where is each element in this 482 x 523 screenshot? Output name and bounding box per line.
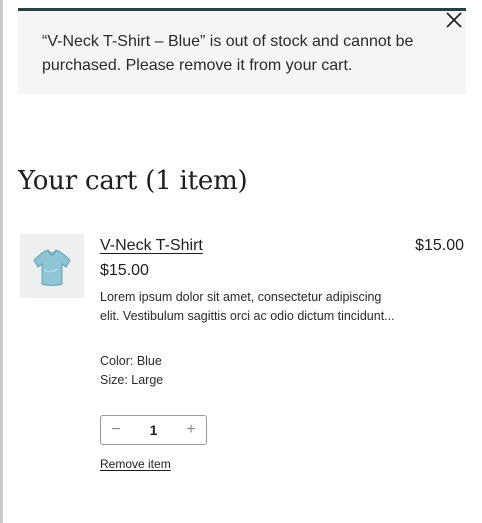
cart-title: Your cart (1 item) [18,166,248,196]
product-description: Lorem ipsum dolor sit amet, consectetur … [100,290,395,323]
product-unit-price: $15.00 [100,262,149,279]
decrease-quantity-button[interactable]: − [101,416,131,444]
t-shirt-image [33,249,71,286]
line-total: $15.00 [415,237,464,254]
remove-item-link[interactable]: Remove item [100,456,171,472]
quantity-input[interactable]: 1 [131,416,176,444]
quantity-stepper: − 1 + [100,415,207,445]
left-divider [0,0,3,523]
close-icon[interactable] [444,10,464,30]
product-size: Size: Large [100,373,164,387]
cart-page: “V-Neck T-Shirt – Blue” is out of stock … [0,0,482,523]
product-thumbnail[interactable] [20,234,84,298]
product-name-link[interactable]: V-Neck T-Shirt [100,236,203,256]
out-of-stock-notice: “V-Neck T-Shirt – Blue” is out of stock … [18,8,466,94]
notice-message: “V-Neck T-Shirt – Blue” is out of stock … [42,33,414,74]
product-color: Color: Blue [100,354,162,368]
increase-quantity-button[interactable]: + [176,416,206,444]
